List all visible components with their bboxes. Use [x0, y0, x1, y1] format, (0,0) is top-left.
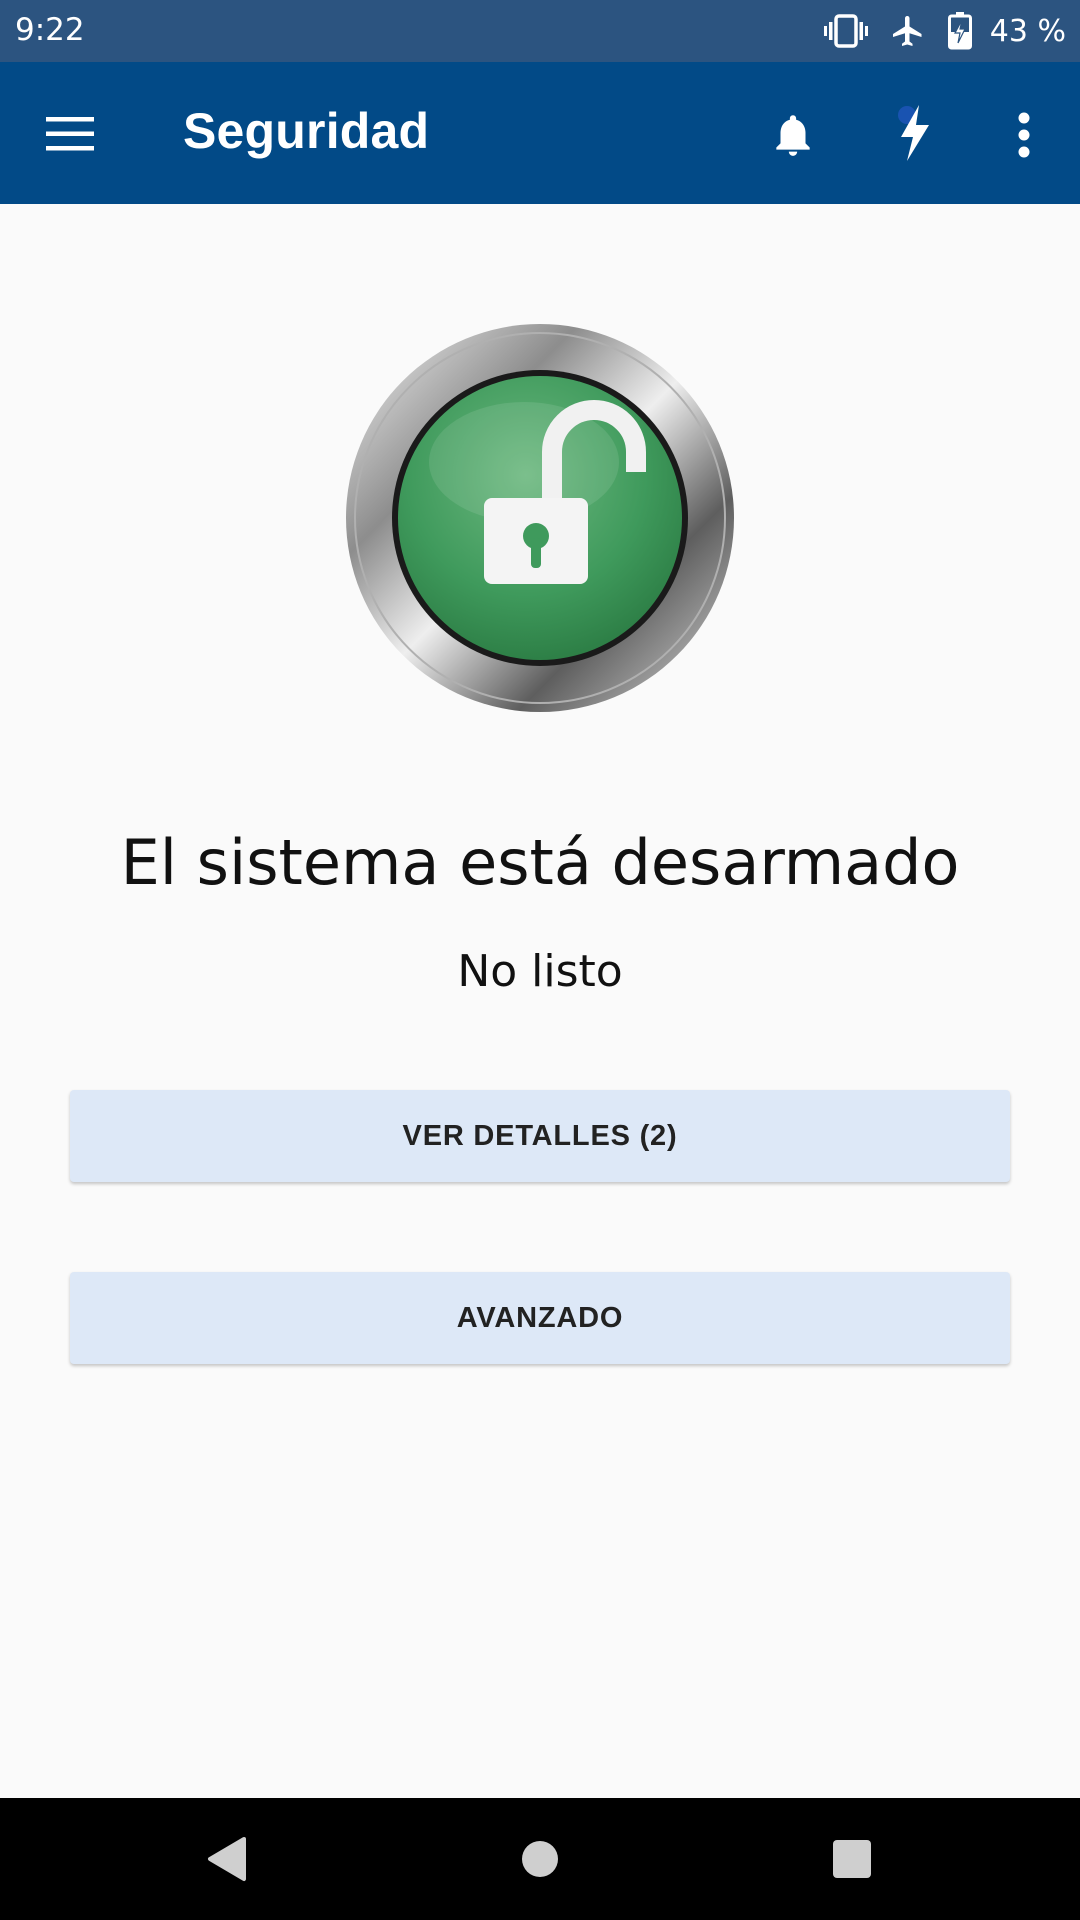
- nav-home-button[interactable]: [480, 1798, 600, 1920]
- unlocked-padlock-icon: [346, 324, 734, 712]
- system-status-subtitle: No listo: [457, 946, 623, 997]
- home-icon: [522, 1841, 558, 1877]
- status-icons: 43 %: [823, 10, 1066, 52]
- nav-back-button[interactable]: [166, 1798, 286, 1920]
- recents-icon: [833, 1840, 871, 1878]
- more-vert-icon: [1018, 112, 1030, 158]
- back-icon: [208, 1837, 246, 1881]
- menu-icon: [46, 117, 94, 151]
- bolt-icon: [898, 105, 929, 161]
- battery-charging-icon: [947, 12, 972, 50]
- quick-actions-button[interactable]: [878, 98, 948, 168]
- system-status-title: El sistema está desarmado: [120, 826, 960, 899]
- page-title: Seguridad: [183, 103, 430, 159]
- system-nav-bar: [0, 1798, 1080, 1920]
- airplane-mode-icon: [892, 16, 922, 46]
- menu-button[interactable]: [40, 104, 100, 164]
- status-time: 9:22: [15, 12, 85, 48]
- battery-percent: 43 %: [989, 13, 1066, 49]
- bell-icon: [776, 115, 810, 156]
- nav-recents-button[interactable]: [792, 1798, 912, 1920]
- status-bar: 9:22 43 %: [0, 0, 1080, 62]
- advanced-button[interactable]: AVANZADO: [70, 1272, 1010, 1364]
- vibrate-icon: [823, 14, 868, 48]
- lock-status-badge: [344, 322, 736, 714]
- view-details-button[interactable]: VER DETALLES (2): [70, 1090, 1010, 1182]
- app-bar: Seguridad: [0, 62, 1080, 204]
- notifications-button[interactable]: [760, 102, 826, 168]
- more-options-button[interactable]: [1000, 102, 1048, 168]
